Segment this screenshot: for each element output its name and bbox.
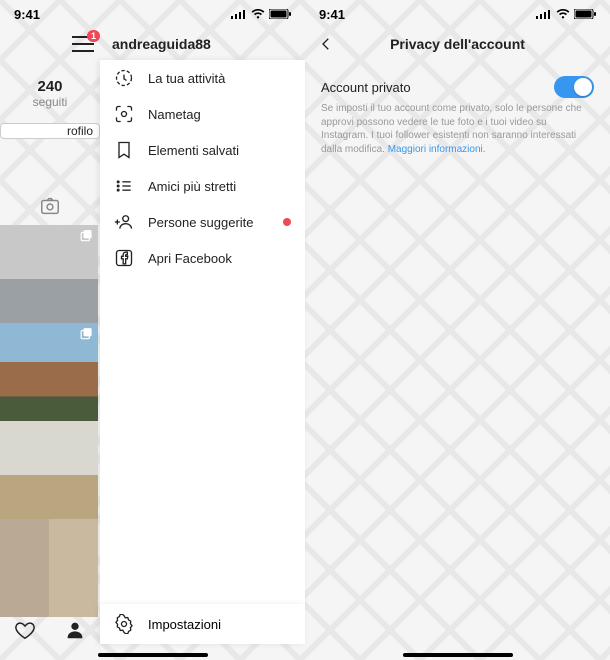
- signal-icon: [536, 9, 552, 19]
- back-button[interactable]: [317, 35, 335, 53]
- following-count: 240: [0, 78, 100, 95]
- menu-item-nametag[interactable]: Nametag: [100, 96, 305, 132]
- settings-label: Impostazioni: [148, 617, 221, 632]
- menu-label: Amici più stretti: [148, 179, 236, 194]
- wifi-icon: [251, 9, 265, 19]
- private-account-description: Se imposti il tuo account come privato, …: [321, 102, 594, 156]
- menu-label: Persone suggerite: [148, 215, 254, 230]
- page-title: Privacy dell'account: [305, 36, 610, 52]
- post-thumbnail[interactable]: [0, 323, 98, 421]
- carousel-icon: [80, 327, 94, 341]
- battery-icon: [269, 9, 291, 19]
- gear-icon: [114, 614, 134, 634]
- edit-profile-button[interactable]: rofilo: [0, 123, 100, 139]
- post-thumbnail[interactable]: [0, 519, 98, 617]
- menu-badge: 1: [87, 30, 100, 42]
- menu-label: La tua attività: [148, 71, 225, 86]
- notification-dot: [283, 218, 291, 226]
- menu-label: Elementi salvati: [148, 143, 239, 158]
- battery-icon: [574, 9, 596, 19]
- facebook-icon: [114, 248, 134, 268]
- activity-icon: [114, 68, 134, 88]
- following-stat[interactable]: 240 seguiti: [0, 78, 100, 109]
- status-time: 9:41: [14, 7, 40, 22]
- settings-button[interactable]: Impostazioni: [100, 604, 305, 644]
- post-thumbnail[interactable]: [0, 225, 98, 323]
- learn-more-link[interactable]: Maggiori informazioni.: [388, 144, 486, 155]
- menu-item-close-friends[interactable]: Amici più stretti: [100, 168, 305, 204]
- menu-label: Nametag: [148, 107, 201, 122]
- close-friends-icon: [114, 176, 134, 196]
- carousel-icon: [80, 229, 94, 243]
- heart-icon[interactable]: [14, 619, 36, 641]
- home-indicator: [98, 653, 208, 657]
- nametag-icon: [114, 104, 134, 124]
- private-account-toggle[interactable]: [554, 76, 594, 98]
- menu-item-facebook[interactable]: Apri Facebook: [100, 240, 305, 276]
- bookmark-icon: [114, 140, 134, 160]
- private-account-label: Account privato: [321, 80, 411, 95]
- wifi-icon: [556, 9, 570, 19]
- post-thumbnail[interactable]: [0, 421, 98, 519]
- menu-item-discover-people[interactable]: Persone suggerite: [100, 204, 305, 240]
- home-indicator: [403, 653, 513, 657]
- following-label: seguiti: [0, 95, 100, 109]
- status-bar: 9:41: [305, 0, 610, 28]
- menu-item-activity[interactable]: La tua attività: [100, 60, 305, 96]
- profile-tab-icon[interactable]: [64, 619, 86, 641]
- menu-item-saved[interactable]: Elementi salvati: [100, 132, 305, 168]
- signal-icon: [231, 9, 247, 19]
- username-label: andreaguida88: [112, 36, 211, 52]
- menu-button[interactable]: 1: [72, 36, 94, 52]
- menu-label: Apri Facebook: [148, 251, 232, 266]
- status-time: 9:41: [319, 7, 345, 22]
- discover-people-icon: [114, 212, 134, 232]
- status-bar: 9:41: [0, 0, 305, 28]
- tagged-icon[interactable]: [39, 195, 61, 217]
- side-menu: La tua attività Nametag Elementi salvati…: [100, 60, 305, 612]
